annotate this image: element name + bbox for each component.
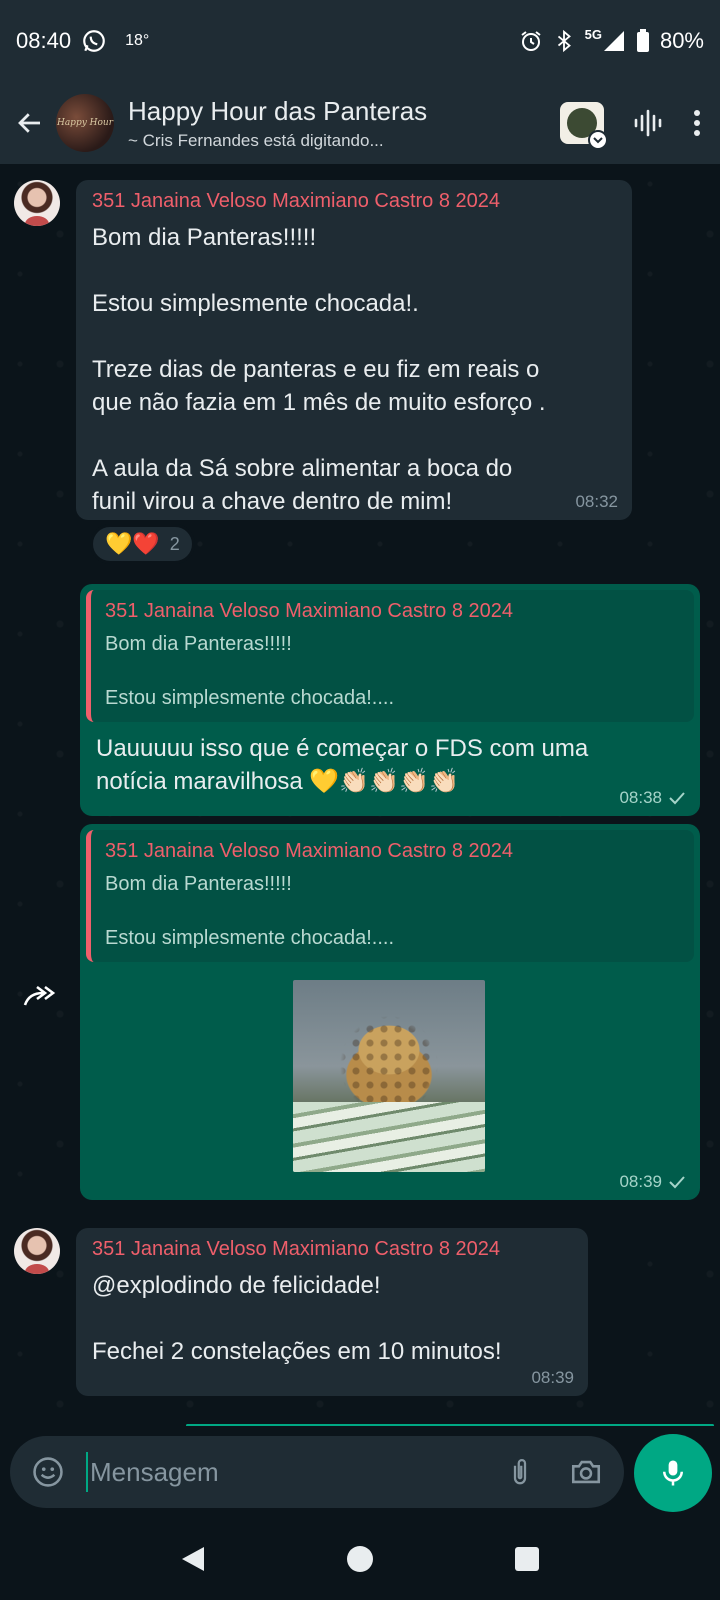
triangle-back-icon	[182, 1547, 205, 1571]
message-text: Bom dia Panteras!!!!! Estou simplesmente…	[92, 224, 546, 515]
system-navigation-bar	[0, 1518, 720, 1600]
reaction-count: 2	[169, 533, 180, 554]
menu-button[interactable]	[692, 107, 702, 139]
camera-button[interactable]	[566, 1452, 606, 1492]
sender-name[interactable]: 351 Janaina Veloso Maximiano Castro 8 20…	[92, 1238, 572, 1261]
emoji-button[interactable]	[28, 1452, 68, 1492]
nav-recents-button[interactable]	[507, 1539, 547, 1579]
quoted-sender: 351 Janaina Veloso Maximiano Castro 8 20…	[105, 600, 514, 622]
signal-icon: 5G	[584, 26, 626, 53]
chat-area[interactable]: 351 Janaina Veloso Maximiano Castro 8 20…	[0, 164, 720, 1426]
meta-ai-button[interactable]	[560, 102, 608, 150]
status-bar: 08:40 18° 5G 80%	[0, 0, 720, 82]
message-reactions[interactable]: 💛❤️ 2	[90, 524, 195, 564]
message-time: 08:38	[619, 788, 662, 807]
status-time: 08:40	[16, 28, 72, 53]
whatsapp-icon	[81, 28, 107, 54]
quoted-sender: 351 Janaina Veloso Maximiano Castro 8 20…	[105, 840, 514, 862]
message-time: 08:39	[531, 1368, 574, 1387]
message-input-box[interactable]	[10, 1436, 624, 1508]
group-title: Happy Hour das Panteras	[128, 95, 428, 126]
smiley-icon	[33, 1457, 63, 1487]
forward-button[interactable]	[20, 976, 60, 1016]
sender-name[interactable]: 351 Janaina Veloso Maximiano Castro 8 20…	[92, 190, 616, 213]
typing-status: ~ Cris Fernandes está digitando...	[128, 130, 384, 150]
message-text: Uauuuuu isso que é começar o FDS com uma…	[96, 735, 589, 795]
nav-back-button[interactable]	[173, 1539, 213, 1579]
quoted-text: Bom dia Panteras!!!!! Estou simplesmente…	[105, 873, 395, 949]
paperclip-icon	[513, 1459, 527, 1485]
group-info[interactable]: Happy Hour das Panteras ~ Cris Fernandes…	[128, 96, 427, 151]
arrow-left-icon	[18, 113, 40, 133]
forward-arrow-icon	[23, 985, 56, 1006]
incoming-message[interactable]: 351 Janaina Veloso Maximiano Castro 8 20…	[76, 1228, 588, 1396]
message-time: 08:39	[619, 1172, 662, 1191]
network-type: 5G	[584, 26, 602, 42]
quoted-message[interactable]: 351 Janaina Veloso Maximiano Castro 8 20…	[86, 830, 694, 962]
group-avatar[interactable]: Happy Hour	[56, 94, 114, 152]
bluetooth-icon	[553, 29, 575, 53]
outgoing-message[interactable]: 351 Janaina Veloso Maximiano Castro 8 20…	[80, 584, 700, 816]
attach-button[interactable]	[500, 1452, 540, 1492]
chevron-down-icon	[588, 130, 608, 150]
audio-wave-icon	[634, 109, 662, 137]
sender-avatar[interactable]	[14, 1228, 60, 1274]
square-recents-icon	[514, 1547, 539, 1571]
quoted-message[interactable]: 351 Janaina Veloso Maximiano Castro 8 20…	[86, 590, 694, 722]
microphone-icon	[663, 1460, 683, 1486]
nav-home-button[interactable]	[340, 1539, 380, 1579]
message-time: 08:32	[575, 492, 618, 511]
quoted-text: Bom dia Panteras!!!!! Estou simplesmente…	[105, 633, 395, 709]
incoming-message[interactable]: 351 Janaina Veloso Maximiano Castro 8 20…	[76, 180, 632, 520]
back-button[interactable]	[12, 103, 48, 143]
chat-header: Happy Hour Happy Hour das Panteras ~ Cri…	[0, 82, 720, 164]
reaction-emojis: 💛❤️	[105, 531, 160, 556]
camera-icon	[571, 1460, 601, 1484]
circle-home-icon	[346, 1546, 373, 1572]
battery-icon	[636, 29, 650, 53]
voice-message-button[interactable]	[634, 1434, 712, 1512]
group-avatar-text: Happy Hour	[56, 118, 114, 128]
message-input[interactable]	[86, 1452, 490, 1492]
sender-avatar[interactable]	[14, 180, 60, 226]
alarm-icon	[519, 29, 543, 53]
status-temperature: 18°	[125, 32, 150, 49]
leopard-money-image[interactable]	[293, 980, 485, 1172]
battery-level: 80%	[659, 28, 704, 53]
message-text: @explodindo de felicidade! Fechei 2 cons…	[92, 1272, 502, 1365]
check-icon	[669, 1176, 685, 1189]
message-composer	[0, 1426, 720, 1518]
check-icon	[669, 792, 685, 805]
more-vertical-icon	[694, 110, 700, 136]
voice-chat-button[interactable]	[632, 107, 664, 139]
